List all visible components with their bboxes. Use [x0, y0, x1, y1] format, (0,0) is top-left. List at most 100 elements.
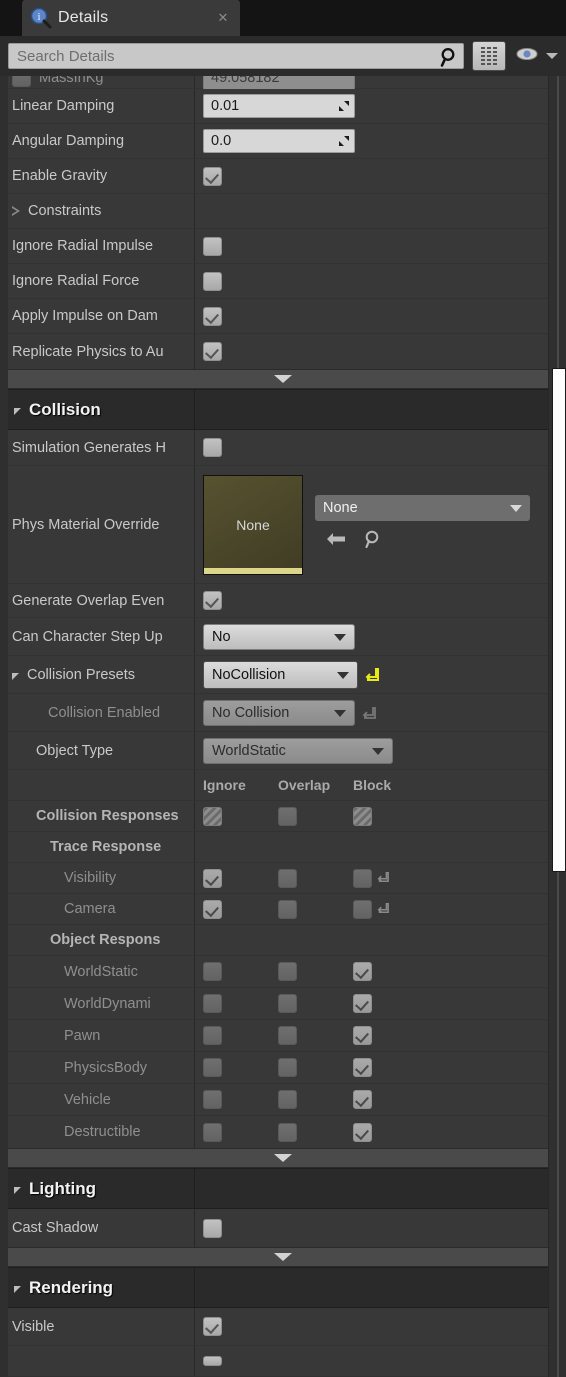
collision-responses-block-checkbox[interactable] [353, 806, 372, 826]
section-header-lighting[interactable]: Lighting [0, 1168, 566, 1209]
collision-presets-combo[interactable]: NoCollision [203, 660, 358, 689]
visible-checkbox[interactable] [203, 1317, 222, 1336]
row-constraints[interactable]: Constraints [0, 194, 566, 229]
vehicle-block-checkbox[interactable] [353, 1090, 372, 1109]
row-ignore-radial-impulse[interactable]: Ignore Radial Impulse [0, 229, 566, 264]
row-ignore-radial-force[interactable]: Ignore Radial Force [0, 264, 566, 299]
row-enable-gravity[interactable]: Enable Gravity [0, 159, 566, 194]
row-angular-damping[interactable]: Angular Damping 0.0 [0, 124, 566, 159]
row-linear-damping[interactable]: Linear Damping 0.01 [0, 89, 566, 124]
search-input[interactable]: Search Details [8, 43, 464, 69]
row-object-type[interactable]: Object Type WorldStatic [0, 732, 566, 770]
magnifier-icon[interactable] [363, 529, 383, 554]
section-header-rendering[interactable]: Rendering [0, 1267, 566, 1308]
revert-arrow-icon[interactable] [365, 667, 379, 683]
worlddynamic-block-checkbox[interactable] [353, 994, 372, 1013]
cast-shadow-checkbox[interactable] [203, 1218, 222, 1238]
phys-material-thumbnail[interactable]: None [203, 474, 303, 575]
ignore-radial-force-checkbox[interactable] [203, 271, 222, 291]
section-header-collision[interactable]: Collision [0, 389, 566, 430]
generate-overlap-events-checkbox[interactable] [203, 591, 222, 610]
chevron-down-icon[interactable] [546, 53, 558, 59]
row-can-character-step-up[interactable]: Can Character Step Up No [0, 618, 566, 656]
physicsbody-ignore-checkbox[interactable] [203, 1058, 222, 1077]
close-icon[interactable]: ✕ [216, 10, 230, 26]
row-object-destructible[interactable]: Destructible [0, 1116, 566, 1148]
vehicle-ignore-checkbox[interactable] [203, 1090, 222, 1109]
scrollbar-thumb[interactable] [552, 368, 566, 872]
worldstatic-ignore-checkbox[interactable] [203, 962, 222, 981]
visibility-block-checkbox[interactable] [353, 868, 372, 888]
physicsbody-overlap-checkbox[interactable] [278, 1058, 297, 1077]
revert-arrow-icon[interactable] [362, 705, 376, 721]
physicsbody-block-checkbox[interactable] [353, 1058, 372, 1077]
row-phys-material-override[interactable]: Phys Material Override None None [0, 466, 566, 584]
back-arrow-icon[interactable] [325, 531, 347, 552]
row-object-worldstatic[interactable]: WorldStatic [0, 956, 566, 988]
eye-icon[interactable] [515, 46, 539, 67]
visibility-overlap-checkbox[interactable] [278, 868, 297, 888]
visibility-ignore-checkbox[interactable] [203, 868, 222, 888]
row-object-physicsbody[interactable]: PhysicsBody [0, 1052, 566, 1084]
collision-enabled-combo[interactable]: No Collision [203, 699, 355, 726]
vehicle-overlap-checkbox[interactable] [278, 1090, 297, 1109]
row-collision-presets[interactable]: Collision Presets NoCollision [0, 656, 566, 694]
tab-details[interactable]: i Details ✕ [22, 0, 240, 36]
collapse-lighting-bar[interactable] [0, 1247, 566, 1267]
object-type-combo[interactable]: WorldStatic [203, 737, 393, 764]
camera-ignore-checkbox[interactable] [203, 899, 222, 919]
row-object-vehicle[interactable]: Vehicle [0, 1084, 566, 1116]
row-trace-visibility[interactable]: Visibility [0, 863, 566, 894]
worlddynamic-ignore-checkbox[interactable] [203, 994, 222, 1013]
can-character-step-up-combo[interactable]: No [203, 623, 355, 650]
spinner-icon[interactable] [338, 100, 350, 112]
collapse-physics-bar[interactable] [0, 369, 566, 389]
revert-arrow-icon[interactable] [377, 901, 391, 917]
vertical-scrollbar[interactable] [548, 76, 566, 1377]
spinner-icon[interactable] [338, 135, 350, 147]
mass-override-checkbox[interactable] [12, 76, 31, 87]
row-mass-in-kg[interactable]: MassInKg 49.058182 [0, 76, 566, 90]
replicate-physics-checkbox[interactable] [203, 342, 222, 361]
row-generate-overlap-events[interactable]: Generate Overlap Even [0, 584, 566, 618]
pawn-overlap-checkbox[interactable] [278, 1026, 297, 1045]
row-clipped-next[interactable] [0, 1346, 566, 1377]
next-row-checkbox[interactable] [203, 1356, 222, 1366]
row-replicate-physics[interactable]: Replicate Physics to Au [0, 334, 566, 369]
collapse-collision-bar[interactable] [0, 1148, 566, 1168]
row-collision-responses[interactable]: Collision Responses [0, 801, 566, 832]
row-trace-camera[interactable]: Camera [0, 894, 566, 925]
destructible-block-checkbox[interactable] [353, 1122, 372, 1142]
angular-damping-field[interactable]: 0.0 [203, 129, 355, 153]
row-cast-shadow[interactable]: Cast Shadow [0, 1209, 566, 1247]
ignore-radial-impulse-checkbox[interactable] [203, 236, 222, 256]
apply-impulse-on-damage-checkbox[interactable] [203, 306, 222, 326]
row-apply-impulse-on-damage[interactable]: Apply Impulse on Dam [0, 299, 566, 334]
mass-value-field[interactable]: 49.058182 [203, 76, 355, 90]
row-collision-enabled[interactable]: Collision Enabled No Collision [0, 694, 566, 732]
linear-damping-field[interactable]: 0.01 [203, 94, 355, 118]
visibility-control[interactable] [515, 46, 558, 67]
destructible-overlap-checkbox[interactable] [278, 1122, 297, 1142]
worldstatic-overlap-checkbox[interactable] [278, 962, 297, 981]
enable-gravity-checkbox[interactable] [203, 166, 222, 186]
camera-overlap-checkbox[interactable] [278, 899, 297, 919]
row-simulation-generates-hit[interactable]: Simulation Generates H [0, 430, 566, 466]
pawn-block-checkbox[interactable] [353, 1026, 372, 1045]
destructible-ignore-checkbox[interactable] [203, 1122, 222, 1142]
camera-block-checkbox[interactable] [353, 899, 372, 919]
row-object-pawn[interactable]: Pawn [0, 1020, 566, 1052]
collision-responses-overlap-checkbox[interactable] [278, 806, 297, 826]
row-object-worlddynamic[interactable]: WorldDynami [0, 988, 566, 1020]
chevron-down-icon[interactable] [12, 673, 19, 680]
row-visible[interactable]: Visible [0, 1308, 566, 1346]
chevron-right-icon[interactable] [12, 205, 20, 217]
revert-arrow-icon[interactable] [377, 870, 391, 886]
grid-view-icon[interactable] [472, 41, 506, 71]
simulation-generates-hit-checkbox[interactable] [203, 438, 222, 457]
pawn-ignore-checkbox[interactable] [203, 1026, 222, 1045]
phys-material-combo[interactable]: None [315, 495, 530, 521]
collision-responses-ignore-checkbox[interactable] [203, 806, 222, 826]
worlddynamic-overlap-checkbox[interactable] [278, 994, 297, 1013]
worldstatic-block-checkbox[interactable] [353, 962, 372, 981]
